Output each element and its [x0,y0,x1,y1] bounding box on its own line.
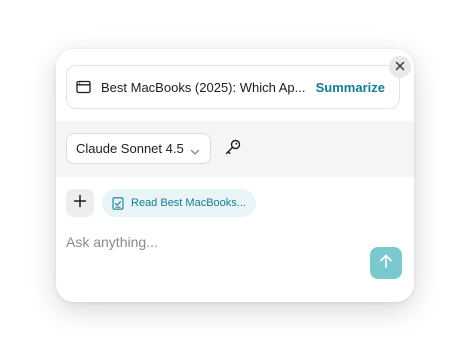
add-context-button[interactable] [66,189,94,217]
close-button[interactable] [389,56,411,78]
assistant-panel: Best MacBooks (2025): Which Ap... Summar… [56,49,414,302]
api-key-button[interactable] [221,137,245,161]
key-icon [224,138,242,161]
model-selector[interactable]: Claude Sonnet 4.5 [66,133,211,164]
plus-icon [73,194,87,213]
context-chip-label: Read Best MacBooks... [131,197,246,209]
arrow-up-icon [378,253,394,274]
model-bar: Claude Sonnet 4.5 [56,121,414,177]
send-button[interactable] [370,247,402,279]
close-icon [395,58,405,76]
model-selector-label: Claude Sonnet 4.5 [76,141,184,156]
chevron-down-icon [190,144,200,155]
page-title: Best MacBooks (2025): Which Ap... [101,79,306,95]
ask-input[interactable] [66,231,356,253]
summarize-button[interactable]: Summarize [316,80,385,95]
page-root: Best MacBooks (2025): Which Ap... Summar… [0,0,470,353]
context-chip[interactable]: Read Best MacBooks... [102,189,256,217]
page-context-card: Best MacBooks (2025): Which Ap... Summar… [66,65,400,109]
browser-window-icon [76,79,92,95]
document-check-icon [112,196,125,210]
